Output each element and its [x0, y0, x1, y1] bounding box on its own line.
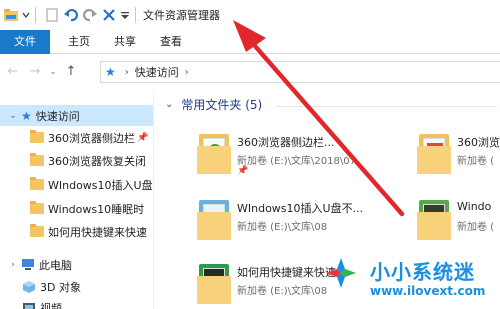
folder-icon [197, 262, 231, 304]
sidebar-item-3d-objects[interactable]: 3D 对象 [0, 276, 153, 297]
tab-view[interactable]: 查看 [148, 30, 194, 54]
tab-file[interactable]: 文件 [0, 30, 50, 54]
folder-icon [197, 132, 231, 174]
divider [35, 7, 36, 23]
sidebar-item-label: WIndows10插入U盘 [48, 178, 153, 192]
address-bar[interactable]: ★ › 快速访问 › [100, 61, 500, 83]
divider [135, 7, 136, 23]
sidebar-item-label: 视频 [40, 301, 62, 309]
folder-path: 新加卷 (E:)\文库\08 [237, 286, 328, 297]
pane-divider[interactable] [153, 92, 154, 309]
pin-icon: 📌 [237, 166, 249, 176]
breadcrumb-location[interactable]: 快速访问 [135, 64, 179, 80]
folder-icon [417, 198, 451, 240]
folder-tile[interactable]: 360浏览 新加卷 ( [417, 132, 500, 186]
sidebar-item-pinned-2[interactable]: 360浏览器恢复关闭 [0, 150, 153, 171]
cube-icon [22, 280, 36, 293]
computer-icon [21, 259, 35, 270]
sidebar-item-label: 360浏览器恢复关闭 [48, 154, 146, 168]
group-label: 常用文件夹 (5) [181, 98, 263, 112]
watermark: 小小系统迷 www.ilovext.com [320, 250, 500, 309]
divider [277, 106, 497, 107]
pin-icon: 📌 [137, 132, 149, 143]
sidebar-item-pinned-1[interactable]: 360浏览器侧边栏 📌 [0, 127, 153, 148]
undo-icon[interactable] [63, 7, 79, 23]
folder-tile[interactable]: Windo 新加卷 ( [417, 198, 500, 252]
group-header[interactable]: ⌄ 常用文件夹 (5) [165, 96, 262, 113]
folder-path: 新加卷 (E:)\文库\08 [237, 222, 328, 233]
folder-name: 360浏览 [457, 136, 500, 149]
chevron-right-icon[interactable]: › [7, 260, 19, 270]
redo-icon[interactable] [82, 7, 98, 23]
forward-icon[interactable]: → [26, 63, 44, 81]
folder-tile[interactable]: 360浏览器侧边栏... 新加卷 (E:)\文库\2018\07 📌 [197, 132, 377, 186]
brand-name: 小小系统迷 [370, 260, 475, 284]
folder-name: Windo [457, 200, 492, 213]
sidebar-item-label: 360浏览器侧边栏 [48, 131, 135, 145]
sidebar-item-label: 此电脑 [39, 258, 72, 272]
navigation-pane: ⌄ ★ 快速访问 360浏览器侧边栏 📌 360浏览器恢复关闭 WIndows1… [0, 100, 153, 309]
chevron-down-icon[interactable]: ⌄ [165, 99, 173, 110]
recent-locations-icon[interactable]: ⌄ [48, 63, 58, 81]
folder-name: 360浏览器侧边栏... [237, 136, 335, 149]
new-document-icon[interactable] [44, 7, 60, 23]
folder-icon [30, 153, 44, 166]
quick-access-toolbar-chevron-icon[interactable] [22, 7, 30, 23]
sidebar-item-label: Windows10睡眠时 [48, 202, 145, 216]
folder-path: 新加卷 ( [457, 156, 495, 167]
video-icon [22, 302, 36, 309]
folder-icon [30, 130, 44, 143]
sidebar-item-quick-access[interactable]: ⌄ ★ 快速访问 [0, 105, 153, 126]
breadcrumb-chevron-icon[interactable]: › [125, 67, 129, 78]
tab-home[interactable]: 主页 [56, 30, 102, 54]
breadcrumb-chevron-icon[interactable]: › [185, 67, 189, 78]
tab-share[interactable]: 共享 [102, 30, 148, 54]
customize-toolbar-icon[interactable] [120, 7, 130, 23]
brand-logo-icon [326, 258, 356, 288]
ribbon-tabs: 文件 主页 共享 查看 [0, 30, 500, 54]
folder-icon [30, 201, 44, 214]
folder-icon [197, 198, 231, 240]
folder-path: 新加卷 (E:)\文库\2018\07 [237, 156, 356, 167]
folder-icon [30, 224, 44, 237]
sidebar-item-label: 快速访问 [35, 109, 80, 123]
explorer-icon [3, 7, 19, 23]
chevron-down-icon[interactable]: ⌄ [7, 111, 19, 121]
sidebar-item-label: 3D 对象 [40, 280, 81, 294]
delete-icon[interactable] [101, 7, 117, 23]
folder-icon [417, 132, 451, 174]
brand-url: www.ilovext.com [370, 284, 486, 298]
window-title: 文件资源管理器 [143, 9, 220, 22]
sidebar-item-pinned-4[interactable]: Windows10睡眠时 [0, 198, 153, 219]
folder-tile[interactable]: WIndows10插入U盘不... 新加卷 (E:)\文库\08 [197, 198, 377, 252]
sidebar-item-this-pc[interactable]: › 此电脑 [0, 254, 153, 275]
navigation-bar: ← → ⌄ ↑ ★ › 快速访问 › [0, 55, 500, 89]
star-icon: ★ [21, 108, 32, 123]
folder-path: 新加卷 ( [457, 222, 495, 233]
sidebar-item-pinned-3[interactable]: WIndows10插入U盘 [0, 174, 153, 195]
quick-access-star-icon: ★ [105, 65, 116, 79]
folder-icon [30, 177, 44, 190]
sidebar-item-label: 如何用快捷键来快速 [48, 225, 147, 239]
sidebar-item-videos[interactable]: 视频 [0, 297, 153, 309]
title-bar: 文件资源管理器 [0, 0, 500, 30]
folder-name: WIndows10插入U盘不... [237, 202, 364, 215]
up-icon[interactable]: ↑ [62, 63, 80, 81]
back-icon[interactable]: ← [4, 63, 22, 81]
sidebar-item-pinned-5[interactable]: 如何用快捷键来快速 [0, 221, 153, 242]
